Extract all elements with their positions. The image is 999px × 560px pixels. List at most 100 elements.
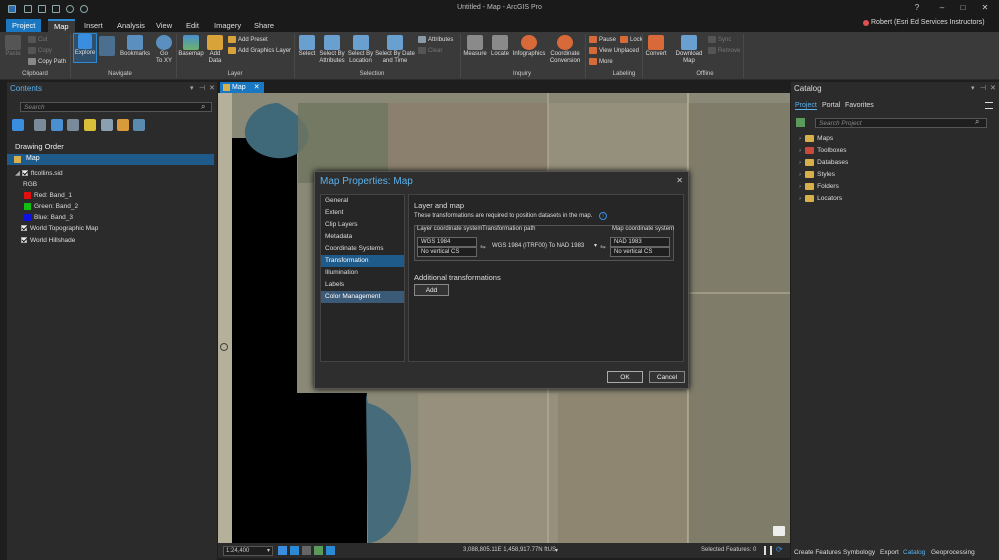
footer-tab-create-features[interactable]: Create Features <box>794 549 841 556</box>
transformation-path-select[interactable]: WGS 1984 (ITRF00) To NAD 1983 ▾ <box>489 242 599 252</box>
filter-icon[interactable] <box>12 119 24 131</box>
add-graphics-layer-button[interactable]: Add Graphics Layer <box>228 47 291 55</box>
minimize-button[interactable]: – <box>936 3 948 13</box>
view-unplaced-button[interactable]: View Unplaced <box>589 47 639 55</box>
nav-transformation[interactable]: Transformation <box>321 255 404 267</box>
nav-labels[interactable]: Labels <box>321 279 404 291</box>
footer-tab-catalog[interactable]: Catalog <box>903 549 925 556</box>
footer-tab-symbology[interactable]: Symbology <box>843 549 875 556</box>
expand-icon[interactable]: › <box>799 135 801 142</box>
selected-features-count[interactable]: Selected Features: 0 <box>701 547 756 553</box>
tab-view[interactable]: View <box>150 19 178 32</box>
basemap-topo-item[interactable]: World Topographic Map <box>21 225 98 232</box>
close-pane-icon[interactable]: ✕ <box>990 84 996 92</box>
go-to-xy-button[interactable]: Go To XY <box>154 35 174 65</box>
list-by-data-source-icon[interactable] <box>34 119 46 131</box>
nav-extent[interactable]: Extent <box>321 207 404 219</box>
paste-button[interactable]: Paste <box>4 35 22 58</box>
basemap-button[interactable]: Basemap <box>178 35 204 58</box>
help-icon[interactable]: ? <box>911 3 923 13</box>
tab-share[interactable]: Share <box>248 19 280 32</box>
clear-button[interactable]: Clear <box>418 47 442 55</box>
catalog-item-folders[interactable]: › Folders <box>799 183 839 190</box>
pin-icon[interactable]: ⊣ <box>980 84 986 92</box>
download-map-button[interactable]: Download Map <box>673 35 705 65</box>
tab-project[interactable]: Project <box>795 102 817 110</box>
list-by-charts-icon[interactable] <box>133 119 145 131</box>
close-button[interactable]: ✕ <box>979 3 991 13</box>
catalog-item-databases[interactable]: › Databases <box>799 159 848 166</box>
snapping-icon[interactable] <box>314 546 323 555</box>
navigate-icon[interactable] <box>290 546 299 555</box>
pause-button[interactable]: Pause <box>589 36 616 44</box>
copy-path-button[interactable]: Copy Path <box>28 58 66 66</box>
nav-illumination[interactable]: Illumination <box>321 267 404 279</box>
map-tree-item[interactable]: Map <box>7 154 214 165</box>
locate-button[interactable]: Locate <box>489 35 511 58</box>
sync-button[interactable]: Sync <box>708 36 731 44</box>
expand-icon[interactable]: › <box>799 147 801 154</box>
tab-imagery[interactable]: Imagery <box>208 19 247 32</box>
layer-tree-item[interactable]: ◢ ftcollins.sid <box>15 169 63 177</box>
list-by-editing-icon[interactable] <box>67 119 79 131</box>
remove-button[interactable]: Remove <box>708 47 740 55</box>
dialog-close-icon[interactable]: ✕ <box>676 176 683 185</box>
expand-icon[interactable]: › <box>799 159 801 166</box>
measure-button[interactable]: Measure <box>462 35 488 58</box>
expand-icon[interactable]: › <box>799 183 801 190</box>
list-by-perspective-icon[interactable] <box>117 119 129 131</box>
info-icon[interactable]: i <box>599 212 607 220</box>
topo-visibility-checkbox[interactable] <box>21 225 27 232</box>
coordinate-conversion-button[interactable]: Coordinate Conversion <box>547 35 583 65</box>
convert-button[interactable]: Convert <box>644 35 668 58</box>
tab-analysis[interactable]: Analysis <box>111 19 151 32</box>
search-icon[interactable]: ⌕ <box>201 102 205 112</box>
nav-clip-layers[interactable]: Clip Layers <box>321 219 404 231</box>
add-preset-button[interactable]: Add Preset <box>228 36 268 44</box>
navigate-tools-icon[interactable] <box>99 36 115 56</box>
tab-project[interactable]: Project <box>6 19 42 32</box>
contents-search-input[interactable]: Search <box>20 102 212 112</box>
pin-icon[interactable]: ⊣ <box>199 84 205 92</box>
close-pane-icon[interactable]: ✕ <box>209 84 215 92</box>
lock-button[interactable]: Lock <box>620 36 643 44</box>
scale-arrow-icon[interactable] <box>326 546 335 555</box>
add-data-button[interactable]: Add Data <box>206 35 224 65</box>
ok-button[interactable]: OK <box>607 371 643 383</box>
select-button[interactable]: Select <box>297 35 317 58</box>
scale-selector[interactable]: 1:24,400 ▾ <box>223 546 273 556</box>
layer-visibility-checkbox[interactable] <box>21 170 28 177</box>
expand-icon[interactable]: › <box>799 195 801 202</box>
nav-color-management[interactable]: Color Management <box>321 291 404 303</box>
close-tab-icon[interactable]: ✕ <box>254 82 260 93</box>
tab-portal[interactable]: Portal <box>822 102 840 109</box>
tab-edit[interactable]: Edit <box>180 19 205 32</box>
basemap-hillshade-item[interactable]: World Hillshade <box>21 237 75 244</box>
menu-icon[interactable] <box>985 102 993 109</box>
navigator-icon[interactable] <box>220 343 228 351</box>
select-by-attributes-button[interactable]: Select By Attributes <box>318 35 346 65</box>
map-view-tab[interactable]: Map ✕ <box>220 82 264 93</box>
nav-metadata[interactable]: Metadata <box>321 231 404 243</box>
bookmarks-button[interactable]: Bookmarks <box>120 35 150 58</box>
coordinate-dropdown-icon[interactable]: ▾ <box>555 547 558 554</box>
user-name[interactable]: Robert (Esri Ed Services Instructors) <box>871 19 985 26</box>
search-icon[interactable]: ⌕ <box>975 117 979 127</box>
infographics-button[interactable]: Infographics <box>511 35 547 58</box>
catalog-search-input[interactable]: Search Project <box>815 118 987 128</box>
map-notes-icon[interactable] <box>773 526 785 536</box>
list-by-labeling-icon[interactable] <box>101 119 113 131</box>
nav-coordinate-systems[interactable]: Coordinate Systems <box>321 243 404 255</box>
footer-tab-export[interactable]: Export <box>880 549 899 556</box>
cut-button[interactable]: Cut <box>28 36 47 44</box>
hillshade-visibility-checkbox[interactable] <box>21 237 27 244</box>
copy-button[interactable]: Copy <box>28 47 52 55</box>
refresh-icon[interactable]: ⟳ <box>776 545 783 554</box>
tab-map[interactable]: Map <box>48 19 75 32</box>
expand-icon[interactable]: › <box>799 171 801 178</box>
pane-options-icon[interactable]: ▾ <box>971 84 975 92</box>
explore-button[interactable]: Explore <box>73 33 97 63</box>
add-transformation-button[interactable]: Add <box>414 284 449 296</box>
catalog-item-toolboxes[interactable]: › Toolboxes <box>799 147 846 154</box>
catalog-item-styles[interactable]: › Styles <box>799 171 835 178</box>
